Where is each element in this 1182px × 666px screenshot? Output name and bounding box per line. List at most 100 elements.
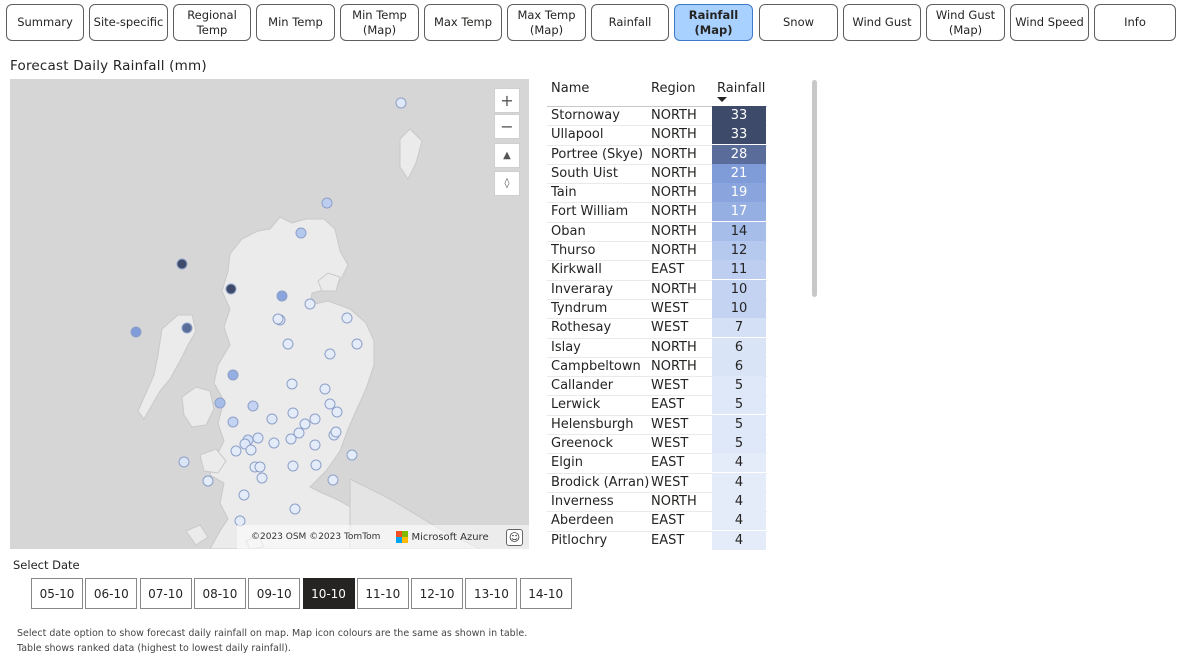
table-row[interactable]: Inverness NORTH 4: [547, 491, 767, 511]
table-row[interactable]: Portree (Skye) NORTH 28: [547, 144, 767, 164]
table-row[interactable]: Helensburgh WEST 5: [547, 414, 767, 434]
rainfall-map[interactable]: + − ▲ ◊ ©2023 OSM ©2023 TomTom Microsoft…: [10, 79, 529, 549]
table-row[interactable]: Oban NORTH 14: [547, 221, 767, 241]
date-option-08-10[interactable]: 08-10: [193, 578, 246, 609]
station-marker[interactable]: [331, 406, 343, 418]
tab-min-temp-map[interactable]: Min Temp (Map): [340, 4, 419, 41]
station-marker[interactable]: [181, 322, 193, 334]
station-marker[interactable]: [319, 383, 331, 395]
table-row[interactable]: Aberdeen EAST 4: [547, 511, 767, 531]
station-marker[interactable]: [299, 418, 311, 430]
station-marker[interactable]: [321, 197, 333, 209]
date-option-13-10[interactable]: 13-10: [465, 578, 518, 609]
station-marker[interactable]: [176, 258, 188, 270]
date-option-07-10[interactable]: 07-10: [139, 578, 192, 609]
map-canvas[interactable]: [10, 79, 529, 549]
station-marker[interactable]: [351, 338, 363, 350]
date-option-05-10[interactable]: 05-10: [31, 578, 83, 609]
table-row[interactable]: Tain NORTH 19: [547, 183, 767, 203]
station-marker[interactable]: [295, 227, 307, 239]
table-row[interactable]: Ullapool NORTH 33: [547, 125, 767, 145]
header-region[interactable]: Region: [651, 81, 696, 96]
station-marker[interactable]: [330, 426, 342, 438]
tab-regional-temp[interactable]: Regional Temp: [173, 4, 251, 41]
tab-site-specific[interactable]: Site-specific: [89, 4, 168, 41]
station-marker[interactable]: [327, 474, 339, 486]
station-marker[interactable]: [324, 348, 336, 360]
station-marker[interactable]: [238, 489, 250, 501]
station-marker[interactable]: [178, 456, 190, 468]
header-rainfall[interactable]: Rainfall: [717, 81, 765, 96]
station-marker[interactable]: [230, 445, 242, 457]
compass-icon[interactable]: ◊: [494, 171, 520, 196]
tab-max-temp-map[interactable]: Max Temp (Map): [507, 4, 586, 41]
table-row[interactable]: Greenock WEST 5: [547, 434, 767, 454]
table-row[interactable]: Lerwick EAST 5: [547, 395, 767, 415]
tab-rainfall[interactable]: Rainfall: [591, 4, 669, 41]
station-marker[interactable]: [266, 413, 278, 425]
tab-summary[interactable]: Summary: [6, 4, 84, 41]
tab-max-temp[interactable]: Max Temp: [424, 4, 502, 41]
station-marker[interactable]: [309, 413, 321, 425]
zoom-out-button[interactable]: −: [494, 114, 520, 139]
station-marker[interactable]: [310, 459, 322, 471]
date-option-09-10[interactable]: 09-10: [248, 578, 301, 609]
tab-min-temp[interactable]: Min Temp: [256, 4, 335, 41]
station-marker[interactable]: [268, 437, 280, 449]
station-marker[interactable]: [202, 475, 214, 487]
station-marker[interactable]: [225, 283, 237, 295]
table-row[interactable]: Brodick (Arran) WEST 4: [547, 472, 767, 492]
table-row[interactable]: Callander WEST 5: [547, 376, 767, 396]
station-marker[interactable]: [341, 312, 353, 324]
station-marker[interactable]: [286, 378, 298, 390]
station-marker[interactable]: [227, 416, 239, 428]
tab-snow[interactable]: Snow: [759, 4, 838, 41]
station-marker[interactable]: [247, 400, 259, 412]
station-marker[interactable]: [276, 290, 288, 302]
table-row[interactable]: Tyndrum WEST 10: [547, 298, 767, 318]
zoom-in-button[interactable]: +: [494, 88, 520, 113]
table-row[interactable]: Rothesay WEST 7: [547, 318, 767, 338]
table-row[interactable]: Islay NORTH 6: [547, 337, 767, 357]
header-name[interactable]: Name: [551, 81, 589, 96]
station-marker[interactable]: [324, 398, 336, 410]
tab-wind-speed[interactable]: Wind Speed: [1010, 4, 1089, 41]
smiley-icon[interactable]: ☺: [506, 529, 523, 546]
station-marker[interactable]: [287, 460, 299, 472]
table-row[interactable]: Fort William NORTH 17: [547, 202, 767, 222]
station-marker[interactable]: [214, 397, 226, 409]
station-marker[interactable]: [282, 338, 294, 350]
station-marker[interactable]: [130, 326, 142, 338]
station-marker[interactable]: [245, 444, 257, 456]
station-marker[interactable]: [293, 427, 305, 439]
date-option-14-10[interactable]: 14-10: [519, 578, 572, 609]
station-marker[interactable]: [304, 298, 316, 310]
date-option-06-10[interactable]: 06-10: [85, 578, 138, 609]
date-option-12-10[interactable]: 12-10: [411, 578, 464, 609]
table-scrollbar[interactable]: [812, 80, 817, 297]
station-marker[interactable]: [256, 472, 268, 484]
table-row[interactable]: Campbeltown NORTH 6: [547, 356, 767, 376]
table-row[interactable]: Inveraray NORTH 10: [547, 279, 767, 299]
tab-rainfall-map[interactable]: Rainfall (Map): [674, 4, 753, 41]
tilt-icon[interactable]: ▲: [494, 143, 520, 168]
table-row[interactable]: Elgin EAST 4: [547, 453, 767, 473]
station-marker[interactable]: [227, 369, 239, 381]
station-marker[interactable]: [272, 313, 284, 325]
date-option-10-10[interactable]: 10-10: [302, 578, 355, 609]
station-marker[interactable]: [289, 503, 301, 515]
table-row[interactable]: South Uist NORTH 21: [547, 163, 767, 183]
table-row[interactable]: Stornoway NORTH 33: [547, 106, 767, 125]
table-row[interactable]: Pitlochry EAST 4: [547, 530, 767, 550]
table-row[interactable]: Kirkwall EAST 11: [547, 260, 767, 280]
table-row[interactable]: Thurso NORTH 12: [547, 241, 767, 261]
station-marker[interactable]: [252, 432, 264, 444]
station-marker[interactable]: [254, 461, 266, 473]
tab-wind-gust[interactable]: Wind Gust: [843, 4, 921, 41]
station-marker[interactable]: [395, 97, 407, 109]
station-marker[interactable]: [287, 407, 299, 419]
station-marker[interactable]: [346, 449, 358, 461]
tab-wind-gust-map[interactable]: Wind Gust (Map): [926, 4, 1005, 41]
tab-info[interactable]: Info: [1094, 4, 1176, 41]
date-option-11-10[interactable]: 11-10: [356, 578, 409, 609]
